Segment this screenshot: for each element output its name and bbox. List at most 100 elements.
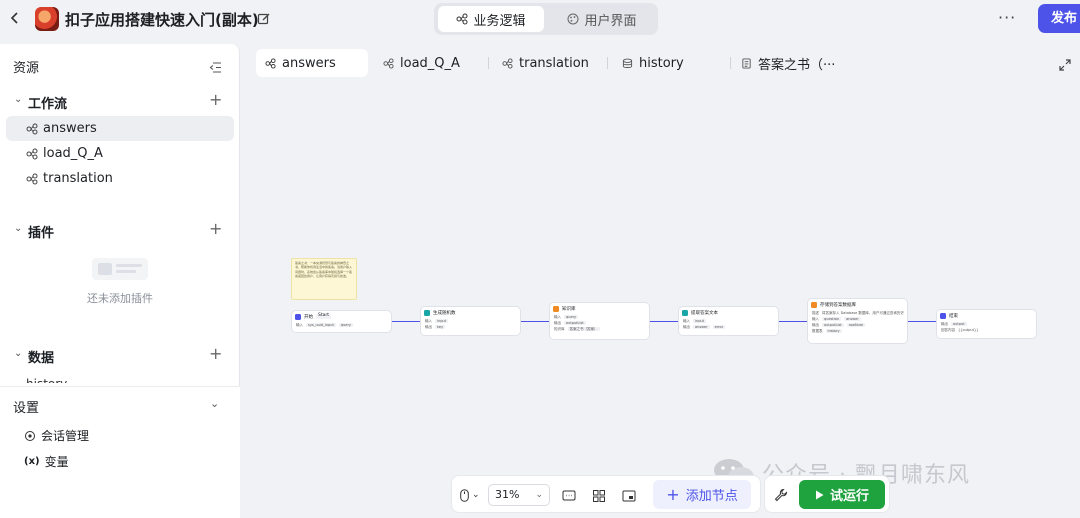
start-node[interactable]: 开始 Start 输入 sys_uuid_input query	[291, 310, 392, 333]
tab-translation[interactable]: translation	[493, 49, 589, 77]
run-label: 试运行	[829, 489, 869, 504]
var-chip: query	[564, 314, 579, 320]
knowledge-base-node[interactable]: 知识库 输入 query 输出 outputList 知识库 答案之书（答案）	[549, 302, 650, 340]
fullscreen-icon[interactable]	[1059, 56, 1071, 71]
sidebar-item-translation[interactable]: translation	[6, 166, 234, 191]
play-icon	[815, 490, 824, 499]
database-node-icon	[811, 301, 817, 308]
var-chip: outputList	[822, 322, 844, 328]
row-label: 输入	[554, 314, 561, 319]
settings-item-variable[interactable]: (x) 变量	[24, 453, 69, 470]
knowledge-node-icon	[553, 305, 559, 312]
edge-wire	[779, 321, 807, 322]
edge-wire	[392, 321, 420, 322]
sidebar-item-label: answers	[43, 121, 97, 136]
workflow-icon	[26, 173, 38, 184]
sidebar-item-load-q-a[interactable]: load_Q_A	[6, 141, 234, 166]
workflow-icon	[26, 123, 38, 134]
var-chip: sys_uuid_input	[306, 322, 336, 328]
tab-answer-book-page[interactable]: 答案之书（···	[732, 49, 835, 77]
canvas-note[interactable]: 答案之书：一本充满智慧与答案的神奇之书，帮助你找到生活中的答案。当用户输入问题时…	[291, 258, 357, 300]
mode-switch: 业务逻辑 用户界面	[434, 3, 658, 35]
random-number-node[interactable]: 生成随机数 输入 input 输出 key	[420, 306, 521, 336]
var-chip: answer	[693, 324, 710, 330]
collapse-sidebar-icon[interactable]	[209, 58, 223, 73]
variable-icon: (x)	[24, 456, 40, 467]
node-title: 提取答案文本	[691, 310, 718, 316]
sidebar-item-history-partial[interactable]: history	[26, 377, 106, 383]
tab-label: answers	[282, 55, 336, 71]
var-chip: outputList	[564, 320, 586, 326]
edge-wire	[650, 321, 678, 322]
workflow-icon	[456, 13, 468, 25]
chevron-down-icon[interactable]: ⌄	[14, 348, 22, 359]
settings-item-label: 会话管理	[41, 429, 90, 443]
interaction-mode-selector[interactable]: ⌄	[460, 487, 484, 503]
sidebar-item-label: history	[26, 377, 67, 383]
canvas-toolbar: ⌄ 31% ⌄ + 添加节点	[451, 475, 761, 513]
node-title: 生成随机数	[433, 310, 456, 316]
add-node-button[interactable]: + 添加节点	[653, 480, 751, 509]
zoom-value: 31%	[495, 488, 520, 501]
tab-label: history	[639, 55, 684, 71]
workflow-icon	[383, 57, 394, 69]
mouse-icon	[460, 488, 469, 502]
workflow-icon	[265, 57, 276, 69]
tab-divider	[488, 57, 489, 69]
section-title: 数据	[28, 351, 55, 366]
chevron-down-icon[interactable]: ⌄	[14, 223, 22, 234]
end-node[interactable]: 结束 输出 output 回答内容 {{output}}	[936, 309, 1037, 339]
resources-title: 资源	[13, 61, 40, 76]
row-label: 输出	[812, 322, 819, 327]
node-title: 开始	[304, 314, 313, 320]
minimap-icon[interactable]	[622, 488, 636, 502]
publish-button[interactable]: 发布	[1038, 4, 1080, 33]
comment-icon[interactable]	[562, 488, 576, 502]
mode-business-logic[interactable]: 业务逻辑	[438, 6, 544, 32]
add-plugin-icon[interactable]: +	[209, 219, 222, 238]
wrench-icon[interactable]	[774, 487, 788, 502]
workflow-canvas[interactable]: 答案之书：一本充满智慧与答案的神奇之书，帮助你找到生活中的答案。当用户输入问题时…	[248, 88, 1080, 518]
layout-grid-icon[interactable]	[592, 488, 606, 502]
var-chip: answer	[844, 316, 861, 322]
row-label: 回答内容	[941, 327, 955, 332]
tab-label: translation	[519, 55, 589, 71]
node-title: 知识库	[562, 306, 576, 312]
chevron-down-icon[interactable]: ⌄	[14, 94, 22, 105]
tab-load-q-a[interactable]: load_Q_A	[374, 49, 460, 77]
add-workflow-icon[interactable]: +	[209, 90, 222, 109]
zoom-select[interactable]: 31% ⌄	[488, 484, 550, 506]
var-chip: history	[825, 328, 842, 334]
settings-item-conversation[interactable]: 会话管理	[24, 427, 89, 444]
back-icon[interactable]	[10, 10, 24, 28]
var-chip: error	[712, 324, 726, 330]
edit-icon[interactable]	[257, 11, 271, 25]
extract-answer-node[interactable]: 提取答案文本 输入 input 输出 answer error	[678, 306, 779, 336]
row-label: 知识库	[554, 326, 565, 331]
tab-answers[interactable]: answers	[256, 49, 368, 77]
code-node-icon	[424, 309, 430, 316]
mode-user-interface[interactable]: 用户界面	[552, 6, 652, 32]
test-run-button[interactable]: 试运行	[799, 480, 885, 509]
add-data-icon[interactable]: +	[209, 344, 222, 363]
tab-label: 答案之书（···	[758, 57, 836, 73]
chevron-down-icon[interactable]: ⌄	[210, 397, 219, 410]
section-title: 工作流	[28, 97, 68, 112]
sidebar-item-answers[interactable]: answers	[6, 116, 234, 141]
end-node-icon	[940, 312, 946, 319]
tab-history[interactable]: history	[613, 49, 684, 77]
empty-plugin-text: 还未添加插件	[87, 292, 153, 305]
section-title: 插件	[28, 226, 55, 241]
tab-label: load_Q_A	[400, 55, 460, 71]
code-node-icon	[682, 309, 688, 316]
plus-icon: +	[666, 485, 680, 504]
var-chip: key	[435, 324, 446, 330]
row-label: 输入	[683, 318, 690, 323]
row-label: 输出	[425, 324, 432, 329]
row-label: 输出	[683, 324, 690, 329]
row-label: 输出	[941, 321, 948, 326]
var-chip: rowNum	[846, 322, 866, 328]
chevron-down-icon: ⌄	[535, 490, 543, 500]
store-answer-node[interactable]: 存储到答案数据库 描述 将答案存入 Database 数据库，用户可通过查询历史 …	[807, 298, 908, 344]
more-menu-icon[interactable]: ···	[998, 8, 1016, 27]
